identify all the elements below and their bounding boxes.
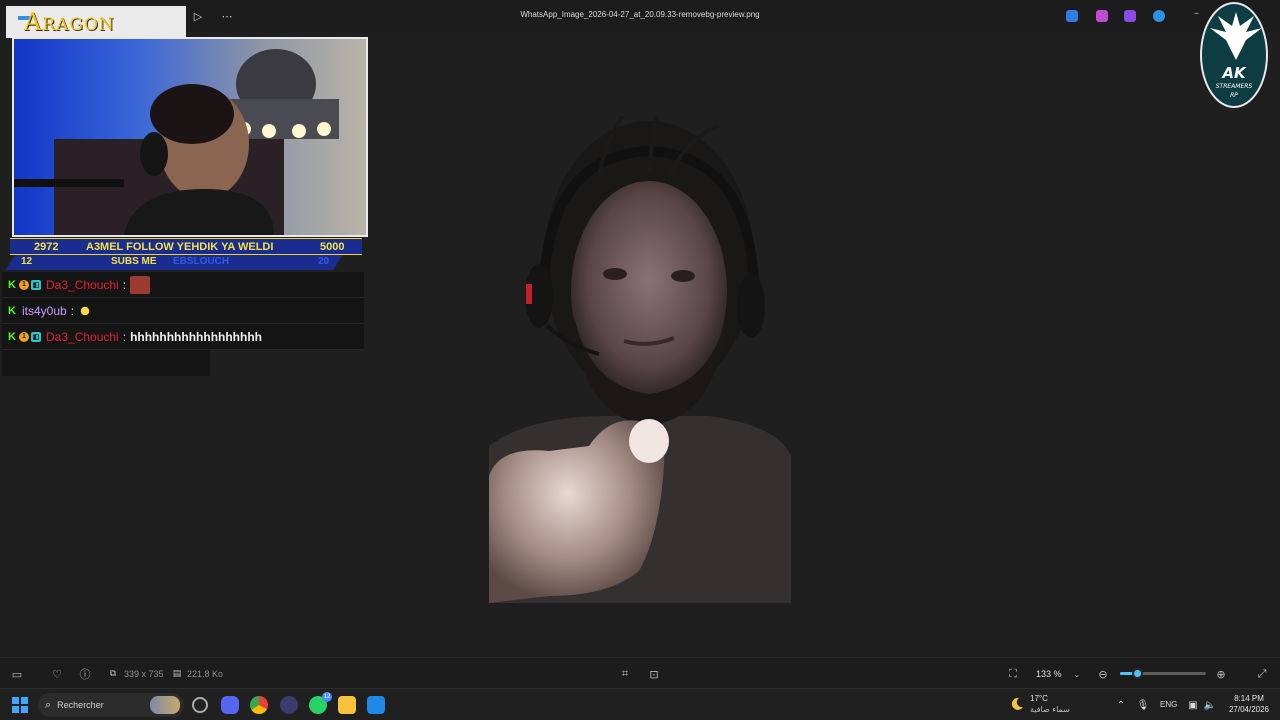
copilot-icon[interactable] [1096,10,1108,22]
taskbar-search[interactable]: ⌕ Rechercher [38,693,184,717]
photos-app-window: ▷ ⋯ WhatsApp_Image_2026-04-27_at_20.09.3… [0,0,1280,720]
moderator-badge-icon: ◧ [31,279,41,290]
sub-label: SUBS ME [111,256,157,267]
microphone-icon[interactable]: 🎙 [1136,698,1150,712]
fullscreen-icon[interactable]: ⤢ [1255,667,1269,681]
channel-logo: AK STREAMERS RP [1200,2,1268,108]
sub-goal-ticker: 12 SUBS ME EBSLOUCH 20 [5,255,343,270]
kick-badge-icon: K [8,330,16,343]
chat-separator: : [122,277,127,292]
file-explorer-icon[interactable] [338,696,356,714]
favorite-icon[interactable]: ♡ [50,667,64,681]
dimensions-icon: ⧉ [109,669,117,679]
weather-temperature: 17°C [1030,694,1048,703]
chat-message: K its4y0ub : [2,298,364,324]
moon-weather-icon [1011,697,1023,710]
search-placeholder: Rechercher [57,700,104,710]
whatsapp-icon[interactable]: 12 [309,692,332,714]
logo-subtitle-2: RP [1230,92,1238,99]
ticker-message: A3MEL FOLLOW YEHDIK YA WELDI [86,241,274,253]
file-size-icon: ▤ [172,669,182,679]
chat-overlay: K 1 ◧ Da3_Chouchi : K its4y0ub : K 1 ◧ D… [2,272,364,376]
sub-badge-icon: 1 [19,279,29,290]
logo-subtitle: STREAMERS [1215,83,1253,90]
chevron-down-icon: ⌄ [1073,669,1081,679]
follow-goal-ticker: 2972 A3MEL FOLLOW YEHDIK YA WELDI 5000 [10,238,362,255]
scan-text-icon[interactable]: ⊡ [647,667,661,681]
steam-icon[interactable] [280,696,298,714]
chat-username: Da3_Chouchi [46,329,119,344]
zoom-in-icon[interactable]: ⊕ [1214,667,1228,681]
edit-app-icon[interactable] [1066,10,1078,22]
clock-time[interactable]: 8:14 PM [1226,694,1272,703]
file-size: 221.8 Ko [187,669,224,679]
network-icon[interactable]: ▣ [1186,698,1200,712]
zoom-level: 133 % [1036,669,1062,679]
chat-message: K 1 ◧ Da3_Chouchi : hhhhhhhhhhhhhhhhhh [2,324,364,350]
search-icon: ⌕ [45,698,52,711]
info-icon[interactable]: ⓘ [78,667,92,681]
emote-image [130,275,151,294]
zoom-slider[interactable] [1120,668,1206,679]
kick-badge-icon: K [8,304,16,317]
sub-goal: 20 [318,256,330,267]
chat-message: K 1 ◧ Da3_Chouchi : [2,272,364,298]
clipchamp-icon[interactable] [1124,10,1136,22]
follow-goal: 5000 [320,241,345,253]
onedrive-icon[interactable] [1153,10,1165,22]
fit-to-window-icon[interactable]: ⛶ [1006,667,1020,681]
kick-badge-icon: K [8,278,16,291]
crop-icon[interactable]: ⌗ [618,667,632,681]
logo-title: AK [1222,64,1246,82]
file-name: WhatsApp_Image_2026-04-27_at_20.09.33-re… [520,10,760,19]
chat-separator: : [70,303,75,318]
search-highlight-image [150,696,180,714]
start-button[interactable] [12,697,28,713]
sub-tail: EBSLOUCH [173,256,230,267]
zoom-level-select[interactable]: 133 % ⌄ [1030,664,1086,684]
viewed-photo [489,116,791,603]
filmstrip-icon[interactable]: ▭ [10,667,24,681]
sub-badge-icon: 1 [19,331,29,342]
chat-username: its4y0ub [22,303,67,318]
volume-icon[interactable]: 🔈 [1203,698,1217,712]
weather-condition: سماء صافية [1030,705,1070,714]
input-language[interactable]: ENG [1160,700,1177,709]
image-dimensions: 339 x 735 [124,669,164,679]
webcam-feed [12,37,368,237]
webcam-image [14,39,366,235]
minimize-button[interactable]: – [1194,8,1206,19]
brand-name: Aragon [24,8,115,36]
title-bar: ▷ ⋯ WhatsApp_Image_2026-04-27_at_20.09.3… [0,0,1280,32]
chat-username: Da3_Chouchi [46,277,119,292]
task-view-icon[interactable] [192,697,208,713]
star-emote-icon [78,303,93,318]
clock-date[interactable]: 27/04/2026 [1226,705,1272,714]
chat-text: hhhhhhhhhhhhhhhhhh [130,329,263,344]
sub-count: 12 [21,256,33,267]
moderator-badge-icon: ◧ [31,331,41,342]
whatsapp-badge: 12 [322,692,332,702]
chrome-icon[interactable] [250,696,268,714]
zoom-slider-thumb[interactable] [1132,668,1144,679]
chevron-up-icon[interactable]: ⌃ [1114,698,1128,712]
zoom-out-icon[interactable]: ⊖ [1096,667,1110,681]
chat-separator: : [122,329,127,344]
windows-taskbar: ⌕ Rechercher 12 17°C سماء صافية ⌃ 🎙 ENG … [0,688,1280,720]
viewer-toolbar: ▭ ♡ ⓘ ⧉ 339 x 735 ▤ 221.8 Ko ⌗ ⊡ ⛶ 133 %… [0,657,1280,688]
photos-app-icon[interactable] [367,696,385,714]
chat-empty-row [2,350,210,376]
discord-icon[interactable] [221,696,239,714]
follow-count: 2972 [34,241,59,253]
